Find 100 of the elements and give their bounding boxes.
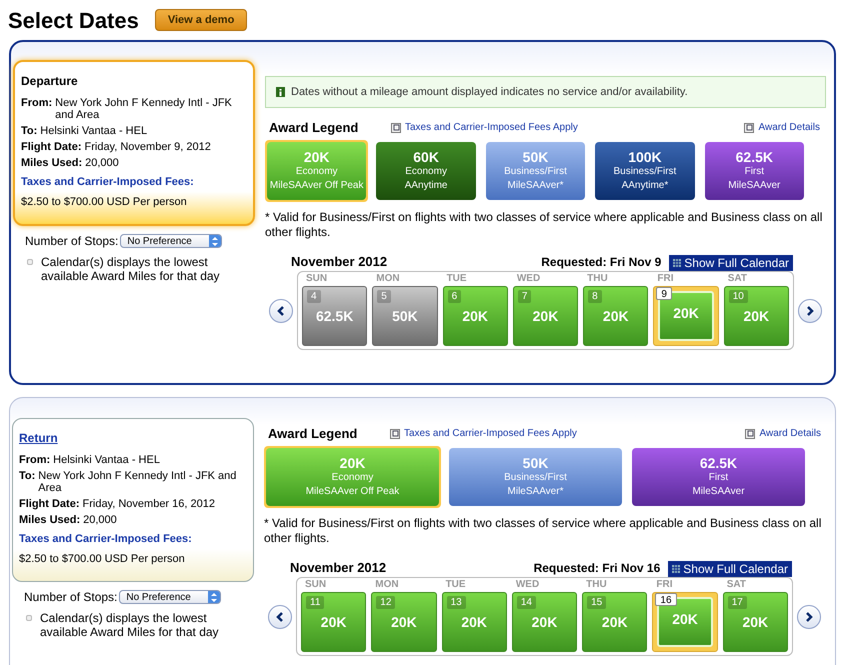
fees-text: $2.50 to $700.00 USD Per person: [21, 194, 188, 210]
detail-label: To:: [21, 125, 38, 137]
day-number: 16: [655, 593, 677, 606]
day-number: 17: [728, 596, 747, 609]
day-miles: 20K: [462, 307, 488, 326]
calendar-note: Calendar(s) displays the lowest available Award Miles for that day: [40, 611, 220, 639]
day-cell[interactable]: 9 20K: [653, 286, 719, 346]
tile-label: First: [744, 164, 764, 178]
weekday-label: TUE: [446, 272, 468, 286]
tile-label: MileSAAver*: [508, 484, 564, 498]
legend-title: Award Legend: [268, 119, 360, 137]
tile-label: Economy: [296, 164, 338, 178]
detail-label: Miles Used:: [19, 514, 80, 526]
day-number: 7: [518, 290, 532, 303]
day-number: 4: [307, 290, 321, 303]
stops-label: Number of Stops:: [24, 589, 118, 606]
info-icon: [276, 87, 285, 97]
day-miles: 20K: [320, 613, 346, 632]
day-miles: 50K: [392, 307, 418, 326]
weekday-label: FRI: [656, 272, 675, 286]
tile-label: MileSAAver*: [508, 178, 564, 192]
weekday-label: THU: [586, 272, 609, 286]
award-legend-tile[interactable]: 50K Business/First MileSAAver*: [486, 142, 586, 200]
tile-miles: 62.5K: [700, 454, 738, 470]
fees-apply-link[interactable]: Taxes and Carrier-Imposed Fees Apply: [391, 120, 744, 136]
calendar-note: Calendar(s) displays the lowest available Award Miles for that day: [41, 255, 221, 283]
detail-value: Helsinki Vantaa - HEL: [53, 454, 161, 466]
award-legend-tile[interactable]: 62.5K First MileSAAver: [704, 142, 804, 200]
detail-label: Flight Date:: [19, 498, 80, 510]
page-title: Select Dates: [8, 6, 139, 34]
award-legend-tile[interactable]: 62.5K First MileSAAver: [632, 448, 805, 506]
bullet-icon: [27, 259, 33, 265]
updown-icon: [208, 591, 220, 603]
detail-value: Friday, November 9, 2012: [84, 141, 212, 153]
weekday-label: FRI: [655, 578, 674, 592]
day-cell[interactable]: 16 20K: [652, 592, 718, 652]
view-demo-button[interactable]: View a demo: [154, 8, 248, 32]
day-miles: 20K: [391, 613, 417, 632]
tile-label: First: [708, 470, 728, 484]
popup-icon: [390, 428, 400, 439]
detail-label: Miles Used:: [21, 157, 82, 169]
popup-icon: [391, 122, 401, 133]
month-label: November 2012: [290, 558, 388, 576]
tile-label: MileSAAver: [692, 484, 745, 498]
fees-link[interactable]: Taxes and Carrier-Imposed Fees:: [19, 531, 247, 548]
weekday-label: THU: [585, 578, 608, 592]
day-miles: 20K: [602, 307, 629, 326]
detail-label: Flight Date:: [21, 141, 82, 153]
fees-link[interactable]: Taxes and Carrier-Imposed Fees:: [21, 174, 247, 190]
month-label: November 2012: [291, 252, 388, 270]
show-full-calendar-button[interactable]: Show Full Calendar: [669, 255, 793, 271]
weekday-label: MON: [374, 578, 400, 592]
detail-label: From:: [21, 97, 52, 111]
grid-icon: [672, 565, 680, 573]
fees-apply-link[interactable]: Taxes and Carrier-Imposed Fees Apply: [390, 426, 746, 442]
weekday-label: SUN: [304, 578, 328, 592]
award-legend-tile[interactable]: 100K Business/First AAnytime*: [595, 142, 695, 200]
stops-dropdown[interactable]: No Preference: [120, 234, 222, 248]
stops-label: Number of Stops:: [25, 233, 118, 250]
section-heading: Departure: [21, 73, 79, 90]
tile-miles: 100K: [628, 148, 662, 164]
requested-date: Requested: Fri Nov 16: [534, 560, 660, 577]
show-full-calendar-button[interactable]: Show Full Calendar: [668, 561, 792, 577]
weekday-label: MON: [375, 272, 401, 286]
tile-label: MileSAAver Off Peak: [306, 484, 400, 498]
footnote-text: * Valid for Business/First on flights with two classes of service where applicable and Business class on all other flights.: [264, 516, 822, 546]
day-number: 5: [377, 290, 391, 303]
tile-label: Economy: [405, 164, 447, 178]
award-legend-tile[interactable]: 60K Economy AAnytime: [376, 142, 476, 200]
day-miles: 20K: [742, 613, 768, 632]
tile-miles: 62.5K: [736, 148, 773, 164]
award-legend-tile[interactable]: 50K Business/First MileSAAver*: [449, 448, 622, 506]
day-miles: 20K: [672, 610, 698, 629]
grid-icon: [673, 259, 682, 267]
tile-miles: 50K: [522, 148, 548, 164]
day-number: 8: [588, 290, 602, 303]
footnote-text: * Valid for Business/First on flights with two classes of service where applicable and Business class on all other flights.: [265, 210, 824, 240]
weekday-label: SAT: [726, 272, 748, 286]
fees-text: $2.50 to $700.00 USD Per person: [19, 552, 186, 566]
day-miles: 20K: [461, 613, 488, 632]
tile-label: Economy: [332, 470, 374, 484]
bullet-icon: [26, 615, 32, 621]
day-number: 12: [376, 596, 396, 609]
detail-label: From:: [19, 454, 50, 466]
day-number: 14: [516, 596, 536, 609]
popup-icon: [745, 428, 756, 439]
detail-value: 20,000: [83, 514, 118, 526]
weekday-label: WED: [516, 272, 542, 286]
stops-dropdown[interactable]: No Preference: [119, 590, 222, 604]
day-miles: 20K: [602, 613, 628, 632]
tile-label: Business/First: [614, 164, 676, 178]
award-details-link[interactable]: Award Details: [745, 426, 821, 442]
return-link[interactable]: Return: [19, 429, 247, 447]
detail-value: New York John F Kennedy Intl - JFK and Area: [38, 470, 238, 494]
day-miles: 20K: [532, 613, 558, 632]
award-details-link[interactable]: Award Details: [744, 120, 820, 136]
day-number: 15: [587, 596, 606, 609]
day-number: 11: [306, 596, 324, 609]
tile-label: MileSAAver Off Peak: [270, 178, 364, 192]
requested-date: Requested: Fri Nov 9: [541, 254, 662, 271]
